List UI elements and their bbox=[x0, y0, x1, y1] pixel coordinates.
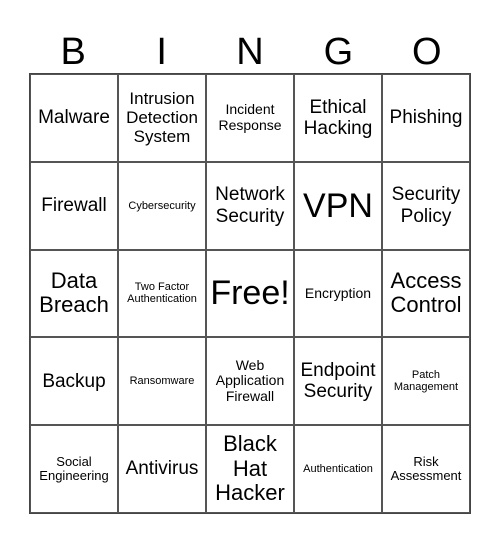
bingo-cell[interactable]: Intrusion Detection System bbox=[118, 74, 206, 162]
bingo-cell[interactable]: Risk Assessment bbox=[382, 425, 470, 513]
header-letter-b: B bbox=[60, 31, 86, 73]
bingo-cell[interactable]: Ransomware bbox=[118, 337, 206, 426]
bingo-cell[interactable]: Firewall bbox=[30, 161, 118, 250]
bingo-cell[interactable]: Authentication bbox=[294, 425, 382, 513]
bingo-cell[interactable]: Patch Management bbox=[382, 337, 470, 426]
bingo-cell[interactable]: Incident Response bbox=[206, 74, 294, 162]
bingo-cell[interactable]: Encryption bbox=[294, 249, 382, 338]
bingo-header: B I N G O bbox=[29, 30, 471, 74]
bingo-cell[interactable]: Antivirus bbox=[118, 425, 206, 513]
header-letter-i: I bbox=[156, 31, 167, 73]
header-letter-n: N bbox=[236, 31, 264, 73]
bingo-cell[interactable]: Access Control bbox=[382, 249, 470, 338]
bingo-cell[interactable]: Endpoint Security bbox=[294, 337, 382, 426]
header-letter-o: O bbox=[412, 31, 442, 73]
free-space-cell[interactable]: Free! bbox=[206, 249, 294, 338]
bingo-cell[interactable]: Phishing bbox=[382, 74, 470, 162]
bingo-cell[interactable]: Data Breach bbox=[30, 249, 118, 338]
bingo-cell[interactable]: Backup bbox=[30, 337, 118, 426]
bingo-cell[interactable]: Social Engineering bbox=[30, 425, 118, 513]
bingo-cell[interactable]: Malware bbox=[30, 74, 118, 162]
bingo-cell[interactable]: Web Application Firewall bbox=[206, 337, 294, 426]
bingo-cell[interactable]: Network Security bbox=[206, 161, 294, 250]
bingo-cell[interactable]: Black Hat Hacker bbox=[206, 425, 294, 513]
bingo-grid: Malware Intrusion Detection System Inciden… bbox=[29, 73, 471, 514]
bingo-cell[interactable]: Security Policy bbox=[382, 161, 470, 250]
bingo-cell[interactable]: VPN bbox=[294, 161, 382, 250]
bingo-cell[interactable]: Ethical Hacking bbox=[294, 74, 382, 162]
bingo-cell[interactable]: Two Factor Authentication bbox=[118, 249, 206, 338]
bingo-cell[interactable]: Cybersecurity bbox=[118, 161, 206, 250]
header-letter-g: G bbox=[323, 31, 354, 73]
